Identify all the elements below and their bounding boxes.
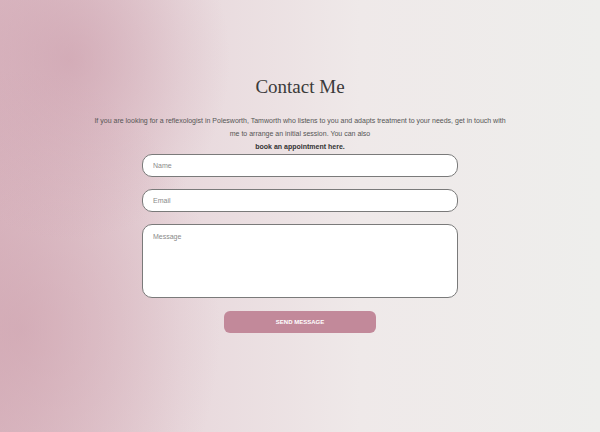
contact-form: SEND MESSAGE	[142, 154, 458, 333]
contact-section: Contact Me If you are looking for a refle…	[0, 0, 600, 333]
send-button[interactable]: SEND MESSAGE	[224, 311, 376, 333]
text-field[interactable]	[142, 189, 458, 212]
booking-link[interactable]: book an appointment here.	[255, 141, 344, 152]
page-title: Contact Me	[255, 76, 344, 98]
intro-text: If you are looking for a reflexologist i…	[90, 114, 510, 140]
contact-page: Contact Me If you are looking for a refle…	[0, 0, 600, 432]
background-photo	[0, 0, 600, 432]
message-field[interactable]	[142, 224, 458, 298]
text-field[interactable]	[142, 154, 458, 177]
